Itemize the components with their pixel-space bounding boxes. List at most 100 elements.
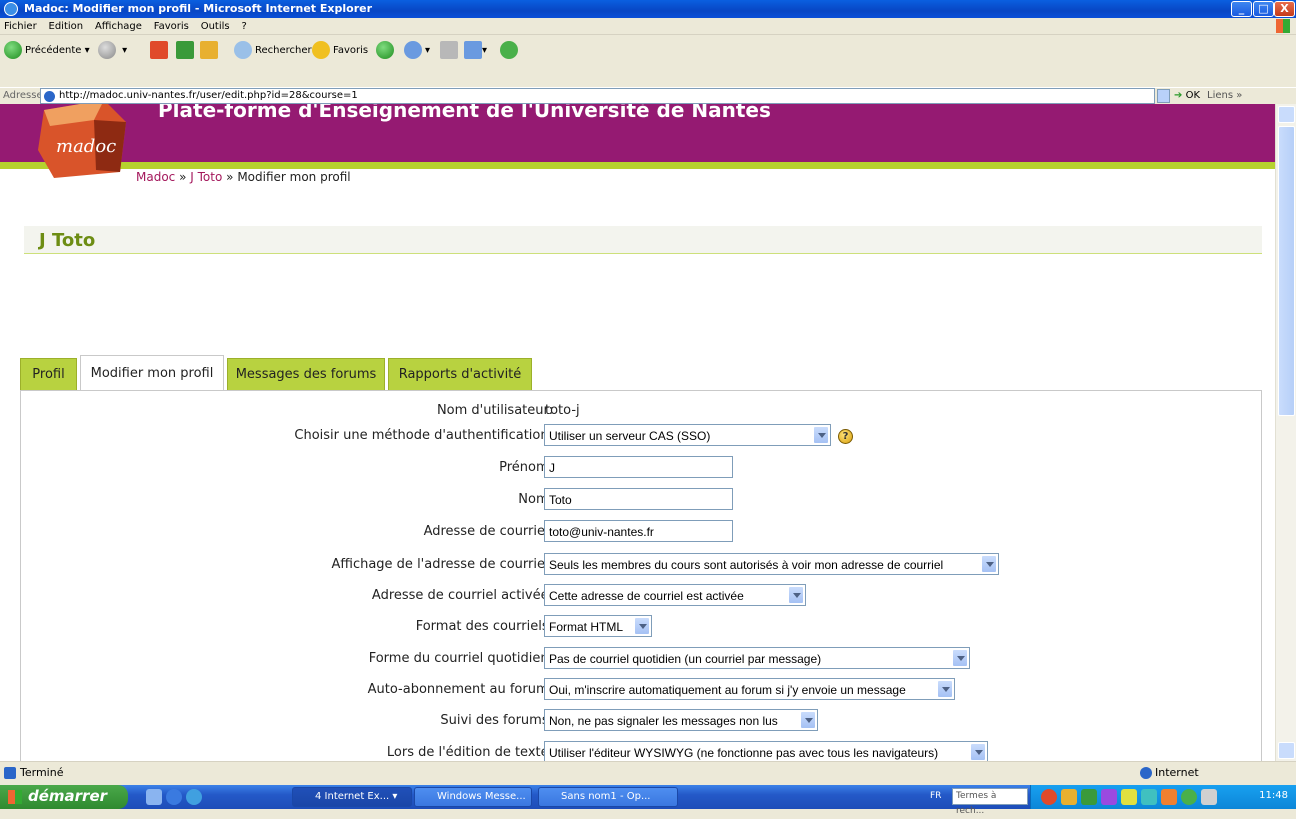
vertical-scrollbar[interactable]: [1275, 104, 1296, 761]
username-value: toto-j: [545, 403, 580, 418]
task-openoffice[interactable]: Sans nom1 - Op...: [538, 787, 678, 807]
start-button[interactable]: démarrer: [0, 785, 128, 809]
ie-icon: [4, 2, 18, 16]
go-arrow-icon: ➔: [1174, 90, 1183, 101]
tray-icon[interactable]: [1081, 789, 1097, 805]
media-player-icon[interactable]: [186, 789, 202, 805]
email-input[interactable]: toto@univ-nantes.fr: [544, 520, 733, 542]
show-desktop-icon[interactable]: [146, 789, 162, 805]
edit-icon: [464, 41, 482, 59]
task-internet-explorer[interactable]: 4 Internet Ex... ▾: [292, 787, 412, 807]
scroll-thumb[interactable]: [1278, 126, 1295, 416]
form-row-autosub: Auto-abonnement au forum: Oui, m'inscrir…: [21, 678, 1263, 704]
lastname-input[interactable]: Toto: [544, 488, 733, 510]
tray-icon[interactable]: [1041, 789, 1057, 805]
taskbar: démarrer 4 Internet Ex... ▾ Windows Mess…: [0, 785, 1296, 816]
tray-icon[interactable]: [1061, 789, 1077, 805]
tab-modifier-profil[interactable]: Modifier mon profil: [80, 355, 224, 392]
clock: 11:48: [1259, 790, 1288, 801]
back-button[interactable]: Précédente ▾: [4, 40, 90, 62]
forward-arrow-icon: [98, 41, 116, 59]
security-zone: Internet: [1155, 766, 1199, 779]
menu-edition[interactable]: Edition: [45, 20, 88, 32]
tray-icon[interactable]: [1101, 789, 1117, 805]
refresh-icon: [176, 41, 194, 59]
minimize-button[interactable]: _: [1231, 1, 1252, 17]
search-button[interactable]: Rechercher: [234, 40, 312, 62]
user-heading-bar: J Toto: [24, 226, 1262, 254]
address-input[interactable]: http://madoc.univ-nantes.fr/user/edit.ph…: [40, 88, 1155, 104]
mail-button[interactable]: ▾: [404, 40, 430, 62]
task-windows-messenger[interactable]: Windows Messe...: [414, 787, 532, 807]
madoc-logo[interactable]: madoc: [34, 104, 134, 178]
home-button[interactable]: [200, 40, 218, 62]
window-title: Madoc: Modifier mon profil - Microsoft I…: [24, 2, 373, 15]
autosub-select[interactable]: Oui, m'inscrire automatiquement au forum…: [544, 678, 955, 700]
history-icon: [376, 41, 394, 59]
emaildisplay-select[interactable]: Seuls les membres du cours sont autorisé…: [544, 553, 999, 575]
maximize-button[interactable]: □: [1253, 1, 1274, 17]
tray-icon[interactable]: [1201, 789, 1217, 805]
forward-button[interactable]: ▾: [98, 40, 127, 62]
menu-outils[interactable]: Outils: [197, 20, 234, 32]
user-heading: J Toto: [39, 230, 96, 251]
breadcrumb-user-link[interactable]: J Toto: [190, 170, 222, 184]
autosub-label: Auto-abonnement au forum:: [367, 682, 553, 697]
tray-icon[interactable]: [1161, 789, 1177, 805]
menu-fichier[interactable]: Fichier: [0, 20, 41, 32]
menu-favoris[interactable]: Favoris: [150, 20, 193, 32]
emailstop-select[interactable]: Cette adresse de courriel est activée: [544, 584, 806, 606]
refresh-button[interactable]: [176, 40, 194, 62]
tray-icon[interactable]: [1121, 789, 1137, 805]
emaildisplay-label: Affichage de l'adresse de courriel:: [331, 557, 553, 572]
language-indicator[interactable]: FR: [930, 791, 941, 801]
menu-help[interactable]: ?: [237, 20, 250, 32]
address-bar: Adresse http://madoc.univ-nantes.fr/user…: [0, 87, 1296, 104]
scroll-up-button[interactable]: [1278, 106, 1295, 123]
scroll-down-button[interactable]: [1278, 742, 1295, 759]
tab-messages-forums[interactable]: Messages des forums: [227, 358, 385, 391]
tracking-select[interactable]: Non, ne pas signaler les messages non lu…: [544, 709, 818, 731]
auth-label: Choisir une méthode d'authentification:: [294, 428, 553, 443]
tray-icon[interactable]: [1181, 789, 1197, 805]
taskbar-search-input[interactable]: Termes à rech...: [952, 788, 1028, 816]
history-button[interactable]: [376, 40, 397, 62]
edit-button[interactable]: ▾: [464, 40, 487, 62]
page-icon: [44, 91, 55, 102]
go-button[interactable]: ➔ OK: [1174, 90, 1200, 101]
maildigest-select[interactable]: Pas de courriel quotidien (un courriel p…: [544, 647, 970, 669]
breadcrumb-home-link[interactable]: Madoc: [136, 170, 175, 184]
print-button[interactable]: [440, 40, 458, 62]
breadcrumb-current: Modifier mon profil: [237, 170, 351, 184]
help-icon[interactable]: ?: [838, 429, 853, 444]
firstname-input[interactable]: J: [544, 456, 733, 478]
editor-select[interactable]: Utiliser l'éditeur WYSIWYG (ne fonctionn…: [544, 741, 988, 761]
auth-select[interactable]: Utiliser un serveur CAS (SSO): [544, 424, 831, 446]
stop-button[interactable]: [150, 40, 168, 62]
form-row-emaildisplay: Affichage de l'adresse de courriel: Seul…: [21, 553, 1263, 579]
chevron-down-icon: [952, 649, 968, 667]
menu-affichage[interactable]: Affichage: [91, 20, 146, 32]
messenger-button[interactable]: [500, 40, 521, 62]
form-row-username: Nom d'utilisateur: toto-j: [21, 399, 1263, 425]
logo-text: madoc: [56, 136, 116, 157]
address-dropdown-button[interactable]: [1157, 89, 1170, 103]
tab-profil[interactable]: Profil: [20, 358, 77, 391]
breadcrumb-separator: »: [226, 170, 234, 184]
favorites-button[interactable]: Favoris: [312, 40, 368, 62]
browser-window: Madoc: Modifier mon profil - Microsoft I…: [0, 0, 1296, 816]
form-row-email: Adresse de courriel: toto@univ-nantes.fr: [21, 520, 1263, 546]
tray-icon[interactable]: [1141, 789, 1157, 805]
form-row-firstname: Prénom: J: [21, 456, 1263, 482]
toolbar: Précédente ▾ ▾ Rechercher Favoris ▾ ▾: [0, 35, 1296, 87]
links-button[interactable]: Liens »: [1207, 90, 1242, 101]
home-icon: [200, 41, 218, 59]
maildigest-label: Forme du courriel quotidien:: [368, 651, 553, 666]
close-button[interactable]: X: [1274, 1, 1295, 17]
form-row-lastname: Nom: Toto: [21, 488, 1263, 514]
tab-rapports-activite[interactable]: Rapports d'activité: [388, 358, 532, 391]
ie-quicklaunch-icon[interactable]: [166, 789, 182, 805]
chevron-down-icon: [981, 555, 997, 573]
mailformat-select[interactable]: Format HTML: [544, 615, 652, 637]
address-label: Adresse: [3, 90, 43, 101]
